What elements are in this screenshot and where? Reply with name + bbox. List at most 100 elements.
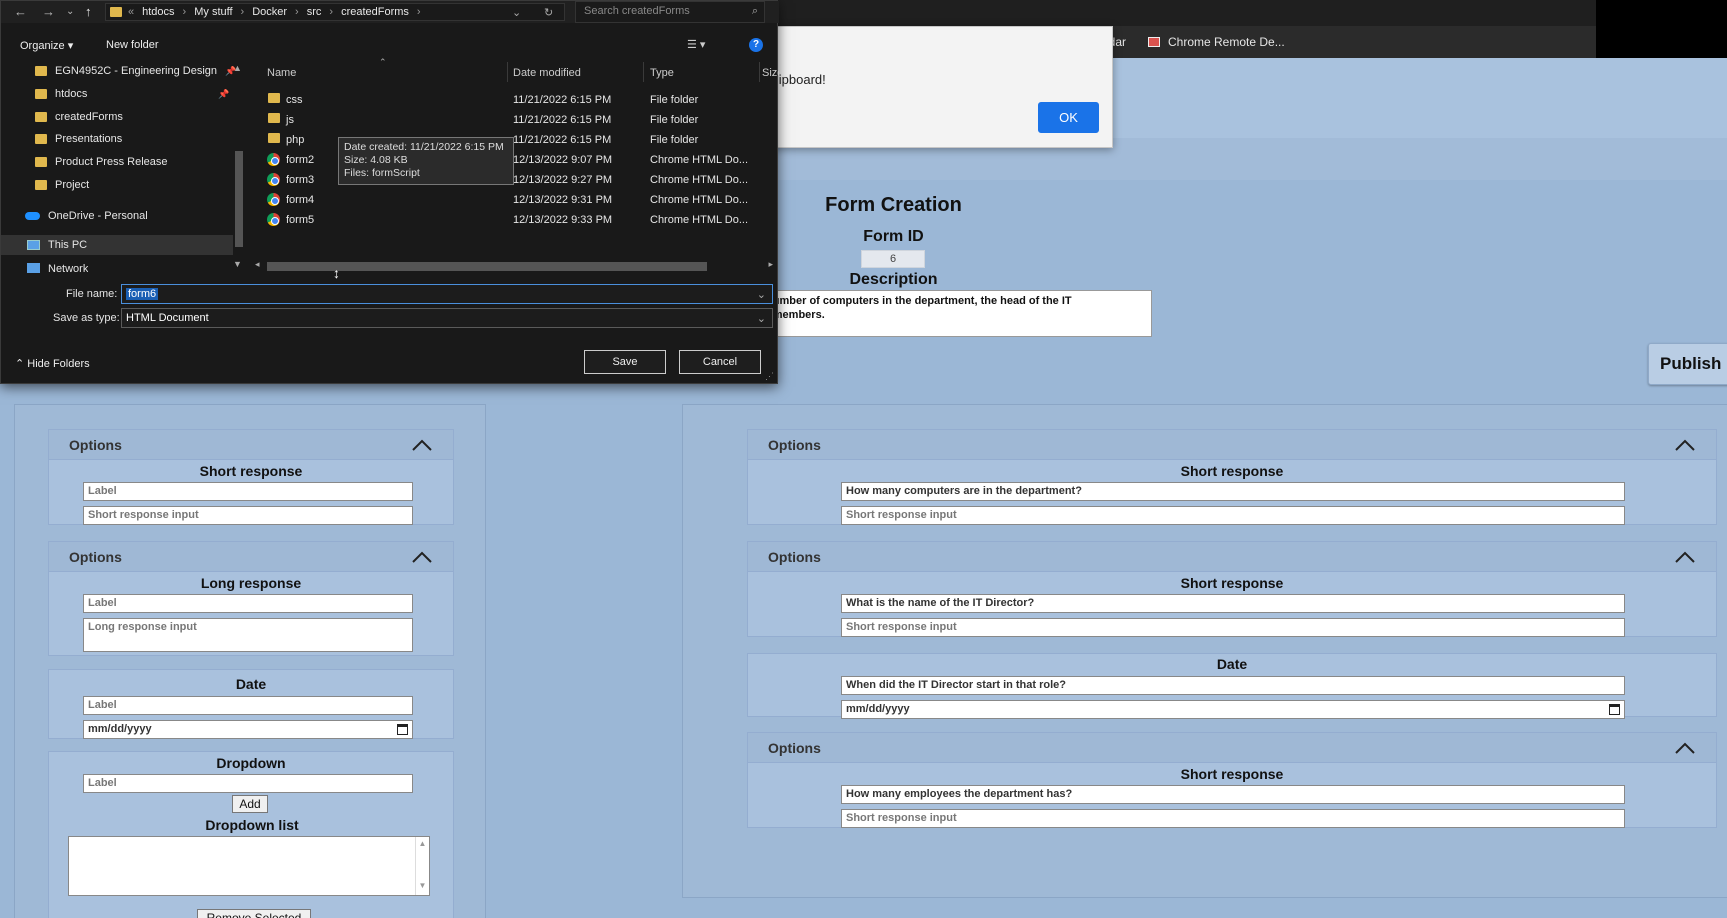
scroll-up-icon[interactable]: ▲ [233,63,242,73]
nav-item-product-press-release[interactable]: Product Press Release [35,152,168,172]
date-input[interactable]: mm/dd/yyyy [841,700,1625,719]
listbox-scrollbar[interactable]: ▲ ▼ [415,837,429,895]
chevron-down-icon[interactable]: ⌄ [757,288,766,301]
resize-grip-icon[interactable]: ⋰ [765,371,774,382]
view-options-icon[interactable]: ☰ ▾ [687,38,705,51]
column-divider[interactable] [759,62,760,82]
column-divider[interactable] [643,62,644,82]
publish-button[interactable]: Publish [1648,343,1727,385]
column-header-type[interactable]: Type [650,67,674,79]
back-arrow-icon[interactable]: ← [14,4,27,19]
search-input[interactable]: Search createdForms ⌕ [575,1,765,23]
column-header-size[interactable]: Size [762,67,779,79]
calendar-icon[interactable] [397,724,408,735]
nav-item-presentations[interactable]: Presentations [35,129,122,149]
column-header-name[interactable]: Name [267,67,296,79]
palette-date-card[interactable]: Date Label mm/dd/yyyy [48,669,454,739]
dropdown-listbox[interactable]: ▲ ▼ [68,836,430,896]
breadcrumb-item[interactable]: htdocs [142,6,174,18]
label-input[interactable]: Label [83,696,413,715]
address-dropdown-icon[interactable]: ⌄ [512,6,521,19]
scroll-left-icon[interactable]: ◂ [255,259,260,270]
organize-menu[interactable]: Organize ▾ [20,39,73,52]
remove-selected-button[interactable]: Remove Selected [197,909,311,918]
scroll-right-icon[interactable]: ▸ [768,259,773,270]
palette-long-response-card[interactable]: Options Long response Label Long respons… [48,541,454,656]
question-card[interactable]: Options Short response How many employee… [747,732,1717,828]
label-input[interactable]: Label [83,482,413,501]
bookmark-chrome-remote-desktop[interactable]: Chrome Remote De... [1148,35,1285,49]
question-label-input[interactable]: What is the name of the IT Director? [841,594,1625,613]
options-header[interactable]: Options [49,542,453,572]
nav-item-this-pc[interactable]: This PC [27,235,87,255]
breadcrumb-item[interactable]: My stuff [194,6,232,18]
chevron-down-icon[interactable]: ⌄ [757,312,766,325]
chevron-up-icon[interactable] [1674,550,1696,564]
add-option-button[interactable]: Add [232,795,268,813]
breadcrumb-item[interactable]: src [307,6,322,18]
label-input[interactable]: Label [83,594,413,613]
nav-item-onedrive[interactable]: OneDrive - Personal [25,206,148,226]
file-row[interactable]: css 11/21/2022 6:15 PM File folder [266,90,766,110]
breadcrumb-item[interactable]: Docker [252,6,287,18]
search-icon[interactable]: ⌕ [752,5,758,18]
refresh-icon[interactable]: ↻ [544,6,553,19]
question-card[interactable]: Options Short response How many computer… [747,429,1717,525]
help-icon[interactable]: ? [749,38,763,52]
up-arrow-icon[interactable]: ↑ [85,4,92,19]
field-type-title: Date [1216,656,1248,672]
file-name-input[interactable]: form6 ⌄ [121,284,773,304]
file-row[interactable]: js 11/21/2022 6:15 PM File folder [266,110,766,130]
alert-ok-button[interactable]: OK [1038,102,1099,133]
question-card-date[interactable]: Date When did the IT Director start in t… [747,653,1717,719]
new-folder-button[interactable]: New folder [106,39,159,51]
question-card[interactable]: Options Short response What is the name … [747,541,1717,637]
overflow-chevron-icon[interactable]: « [128,6,134,18]
breadcrumb-item[interactable]: createdForms [341,6,409,18]
question-label-input[interactable]: How many employees the department has? [841,785,1625,804]
options-header[interactable]: Options [49,430,453,460]
forward-arrow-icon[interactable]: → [42,4,55,19]
date-input[interactable]: mm/dd/yyyy [83,720,413,739]
chevron-up-icon[interactable] [411,438,433,452]
short-response-input[interactable]: Short response input [83,506,413,525]
nav-item-project[interactable]: Project [35,175,89,195]
short-response-input[interactable]: Short response input [841,618,1625,637]
save-button[interactable]: Save [584,350,666,374]
short-response-input[interactable]: Short response input [841,809,1625,828]
nav-item-htdocs[interactable]: htdocs 📌 [35,84,229,104]
palette-dropdown-card[interactable]: Dropdown Label Add Dropdown list ▲ ▼ Remo… [48,751,454,918]
question-label-input[interactable]: How many computers are in the department… [841,482,1625,501]
options-label: Options [768,739,821,756]
short-response-input[interactable]: Short response input [841,506,1625,525]
scroll-down-icon[interactable]: ▼ [233,259,242,269]
options-header[interactable]: Options [748,430,1716,460]
hide-folders-toggle[interactable]: ⌃ Hide Folders [15,357,90,370]
chevron-up-icon[interactable] [1674,741,1696,755]
file-row[interactable]: form5 12/13/2022 9:33 PM Chrome HTML Do... [266,210,766,230]
nav-scroll-thumb[interactable] [235,151,243,247]
breadcrumb[interactable]: « htdocs › My stuff › Docker › src › created… [105,3,565,21]
file-name: form2 [286,154,315,166]
long-response-textarea[interactable]: Long response input [83,618,413,652]
nav-item-egn4952c[interactable]: EGN4952C - Engineering Design 📌 [35,61,236,81]
recent-chevron-icon[interactable]: ⌄ [66,6,74,17]
options-header[interactable]: Options [748,542,1716,572]
column-header-date[interactable]: Date modified [513,67,581,79]
palette-short-response-card[interactable]: Options Short response Label Short respo… [48,429,454,525]
network-icon [27,263,40,273]
save-type-select[interactable]: HTML Document ⌄ [121,308,773,328]
cancel-button[interactable]: Cancel [679,350,761,374]
question-label-input[interactable]: When did the IT Director start in that r… [841,676,1625,695]
dropdown-list-title: Dropdown list [205,817,299,833]
label-input[interactable]: Label [83,774,413,793]
options-header[interactable]: Options [748,733,1716,763]
chevron-up-icon[interactable] [411,550,433,564]
chevron-up-icon[interactable] [1674,438,1696,452]
nav-item-createdforms[interactable]: createdForms [35,107,123,127]
column-divider[interactable] [507,62,508,82]
file-row[interactable]: form4 12/13/2022 9:31 PM Chrome HTML Do... [266,190,766,210]
nav-item-network[interactable]: Network [27,263,88,273]
description-textarea[interactable]: number of computers in the department, t… [762,290,1152,337]
calendar-icon[interactable] [1609,704,1620,715]
